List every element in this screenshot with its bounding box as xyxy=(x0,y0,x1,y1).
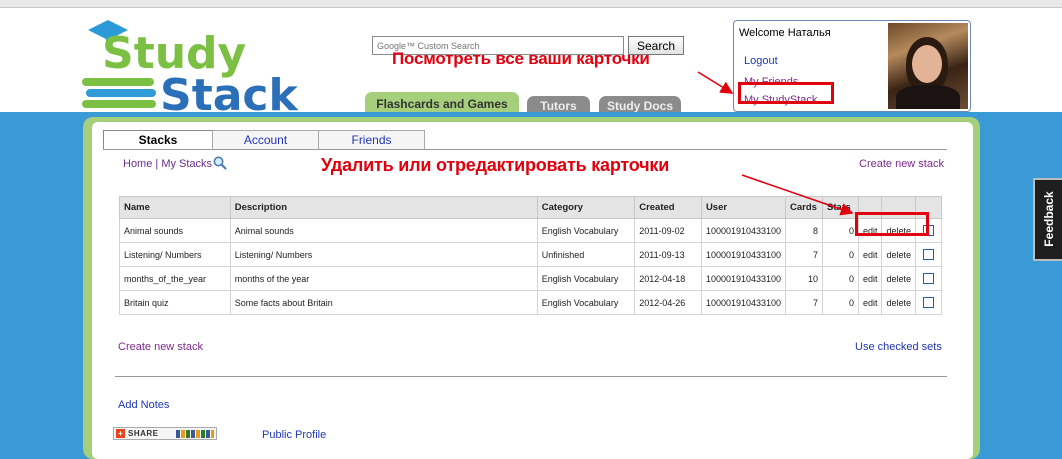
annotation-edit-cards: Удалить или отредактировать карточки xyxy=(321,155,670,175)
cell-name[interactable]: Britain quiz xyxy=(119,290,231,315)
row-checkbox[interactable] xyxy=(923,273,934,285)
browser-top-strip xyxy=(0,0,1062,8)
welcome-title: Welcome Наталья xyxy=(739,27,831,39)
tab-stacks[interactable]: Stacks xyxy=(103,130,213,150)
col-header-name[interactable]: Name xyxy=(119,196,231,219)
cell-description: Animal sounds xyxy=(229,218,538,243)
col-header-user[interactable]: User xyxy=(700,196,787,219)
delete-link[interactable]: delete xyxy=(881,290,917,315)
table-row: months_of_the_year months of the year En… xyxy=(119,266,942,291)
cell-created: 2012-04-18 xyxy=(634,266,702,291)
table-row: Listening/ Numbers Listening/ Numbers Un… xyxy=(119,242,942,267)
cell-description: Some facts about Britain xyxy=(229,290,538,315)
cell-user: 100001910433100 xyxy=(700,218,787,243)
use-checked-sets-link[interactable]: Use checked sets xyxy=(855,341,942,353)
col-header-created[interactable]: Created xyxy=(634,196,702,219)
breadcrumb-my-stacks[interactable]: My Stacks xyxy=(161,158,212,170)
cell-category: Unfinished xyxy=(536,242,636,267)
cell-cards: 7 xyxy=(785,242,824,267)
col-header-cards[interactable]: Cards xyxy=(785,196,824,219)
avatar-shirt xyxy=(896,85,960,109)
breadcrumb-home[interactable]: Home xyxy=(123,158,152,170)
cell-created: 2012-04-26 xyxy=(634,290,702,315)
cell-user: 100001910433100 xyxy=(700,242,787,267)
cell-cards: 8 xyxy=(785,218,824,243)
stacks-table: Name Description Category Created User C… xyxy=(119,196,942,315)
table-row: Britain quiz Some facts about Britain En… xyxy=(119,290,942,315)
row-checkbox-cell xyxy=(915,266,942,291)
delete-link[interactable]: delete xyxy=(881,242,917,267)
share-label: SHARE xyxy=(128,429,159,438)
add-notes-link[interactable]: Add Notes xyxy=(118,399,169,411)
studystack-logo[interactable]: Study Stack xyxy=(82,16,302,111)
feedback-tab[interactable]: Feedback xyxy=(1033,178,1062,261)
cell-description: Listening/ Numbers xyxy=(229,242,538,267)
cell-description: months of the year xyxy=(229,266,538,291)
public-profile-link[interactable]: Public Profile xyxy=(262,429,326,441)
table-row: Animal sounds Animal sounds English Voca… xyxy=(119,218,942,243)
cell-stars: 0 xyxy=(822,290,859,315)
breadcrumb: Home | My Stacks xyxy=(123,158,212,170)
cell-name[interactable]: Animal sounds xyxy=(119,218,231,243)
highlight-my-studystack xyxy=(738,82,834,104)
cell-cards: 7 xyxy=(785,290,824,315)
cell-user: 100001910433100 xyxy=(700,266,787,291)
row-checkbox[interactable] xyxy=(923,297,934,309)
cell-category: English Vocabulary xyxy=(536,266,636,291)
avatar-face xyxy=(912,45,942,83)
row-checkbox-cell xyxy=(915,242,942,267)
col-header-description[interactable]: Description xyxy=(229,196,538,219)
social-icons xyxy=(176,430,214,438)
plus-icon: + xyxy=(116,429,125,438)
row-checkbox[interactable] xyxy=(923,249,934,261)
row-checkbox-cell xyxy=(915,290,942,315)
highlight-edit-delete xyxy=(855,212,929,236)
cell-category: English Vocabulary xyxy=(536,218,636,243)
cell-category: English Vocabulary xyxy=(536,290,636,315)
annotation-view-cards: Посмотреть все ваши карточки xyxy=(392,49,650,68)
delete-link[interactable]: delete xyxy=(881,266,917,291)
tab-friends[interactable]: Friends xyxy=(318,130,425,150)
create-new-stack-link-bottom[interactable]: Create new stack xyxy=(118,341,203,353)
edit-link[interactable]: edit xyxy=(857,290,883,315)
cell-created: 2011-09-13 xyxy=(634,242,702,267)
cell-created: 2011-09-02 xyxy=(634,218,702,243)
cell-cards: 10 xyxy=(785,266,824,291)
tab-account[interactable]: Account xyxy=(212,130,319,150)
edit-link[interactable]: edit xyxy=(857,242,883,267)
edit-link[interactable]: edit xyxy=(857,266,883,291)
user-avatar[interactable] xyxy=(888,23,968,109)
tab-divider xyxy=(103,149,947,150)
breadcrumb-separator: | xyxy=(155,158,159,170)
cell-name[interactable]: months_of_the_year xyxy=(119,266,231,291)
section-divider xyxy=(115,376,947,377)
table-header-row: Name Description Category Created User C… xyxy=(119,196,942,219)
col-header-stars[interactable]: Stars xyxy=(822,196,859,219)
cell-stars: 0 xyxy=(822,266,859,291)
cell-name[interactable]: Listening/ Numbers xyxy=(119,242,231,267)
cell-user: 100001910433100 xyxy=(700,290,787,315)
share-button[interactable]: + SHARE xyxy=(113,427,217,440)
col-header-category[interactable]: Category xyxy=(536,196,636,219)
cell-stars: 0 xyxy=(822,242,859,267)
svg-text:Stack: Stack xyxy=(160,70,299,111)
cell-stars: 0 xyxy=(822,218,859,243)
logout-link[interactable]: Logout xyxy=(744,55,778,67)
search-icon[interactable] xyxy=(212,155,228,171)
create-new-stack-link-top[interactable]: Create new stack xyxy=(859,158,944,170)
feedback-label: Feedback xyxy=(1042,191,1056,247)
